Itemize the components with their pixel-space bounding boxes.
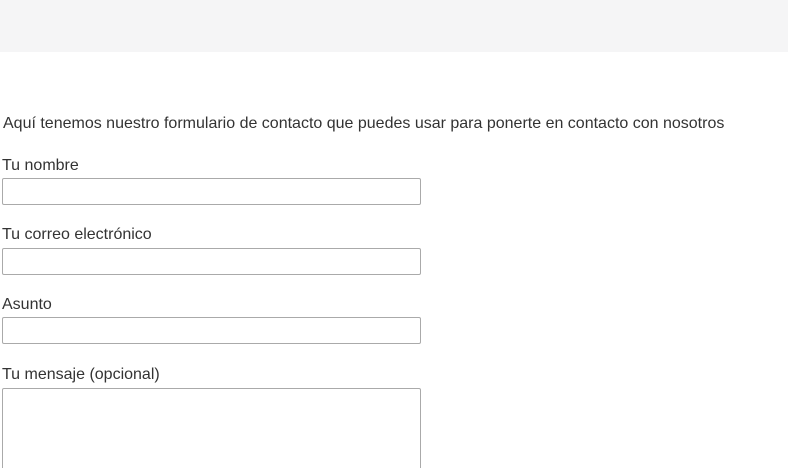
name-label: Tu nombre	[2, 157, 79, 174]
email-input[interactable]	[2, 248, 421, 275]
intro-text: Aquí tenemos nuestro formulario de conta…	[3, 115, 725, 132]
message-textarea[interactable]	[2, 388, 421, 468]
contact-page: Aquí tenemos nuestro formulario de conta…	[0, 0, 788, 468]
subject-input[interactable]	[2, 317, 421, 344]
name-input[interactable]	[2, 178, 421, 205]
message-label: Tu mensaje (opcional)	[2, 366, 160, 383]
subject-label: Asunto	[2, 296, 52, 313]
top-banner	[0, 0, 788, 52]
email-label: Tu correo electrónico	[2, 226, 152, 243]
